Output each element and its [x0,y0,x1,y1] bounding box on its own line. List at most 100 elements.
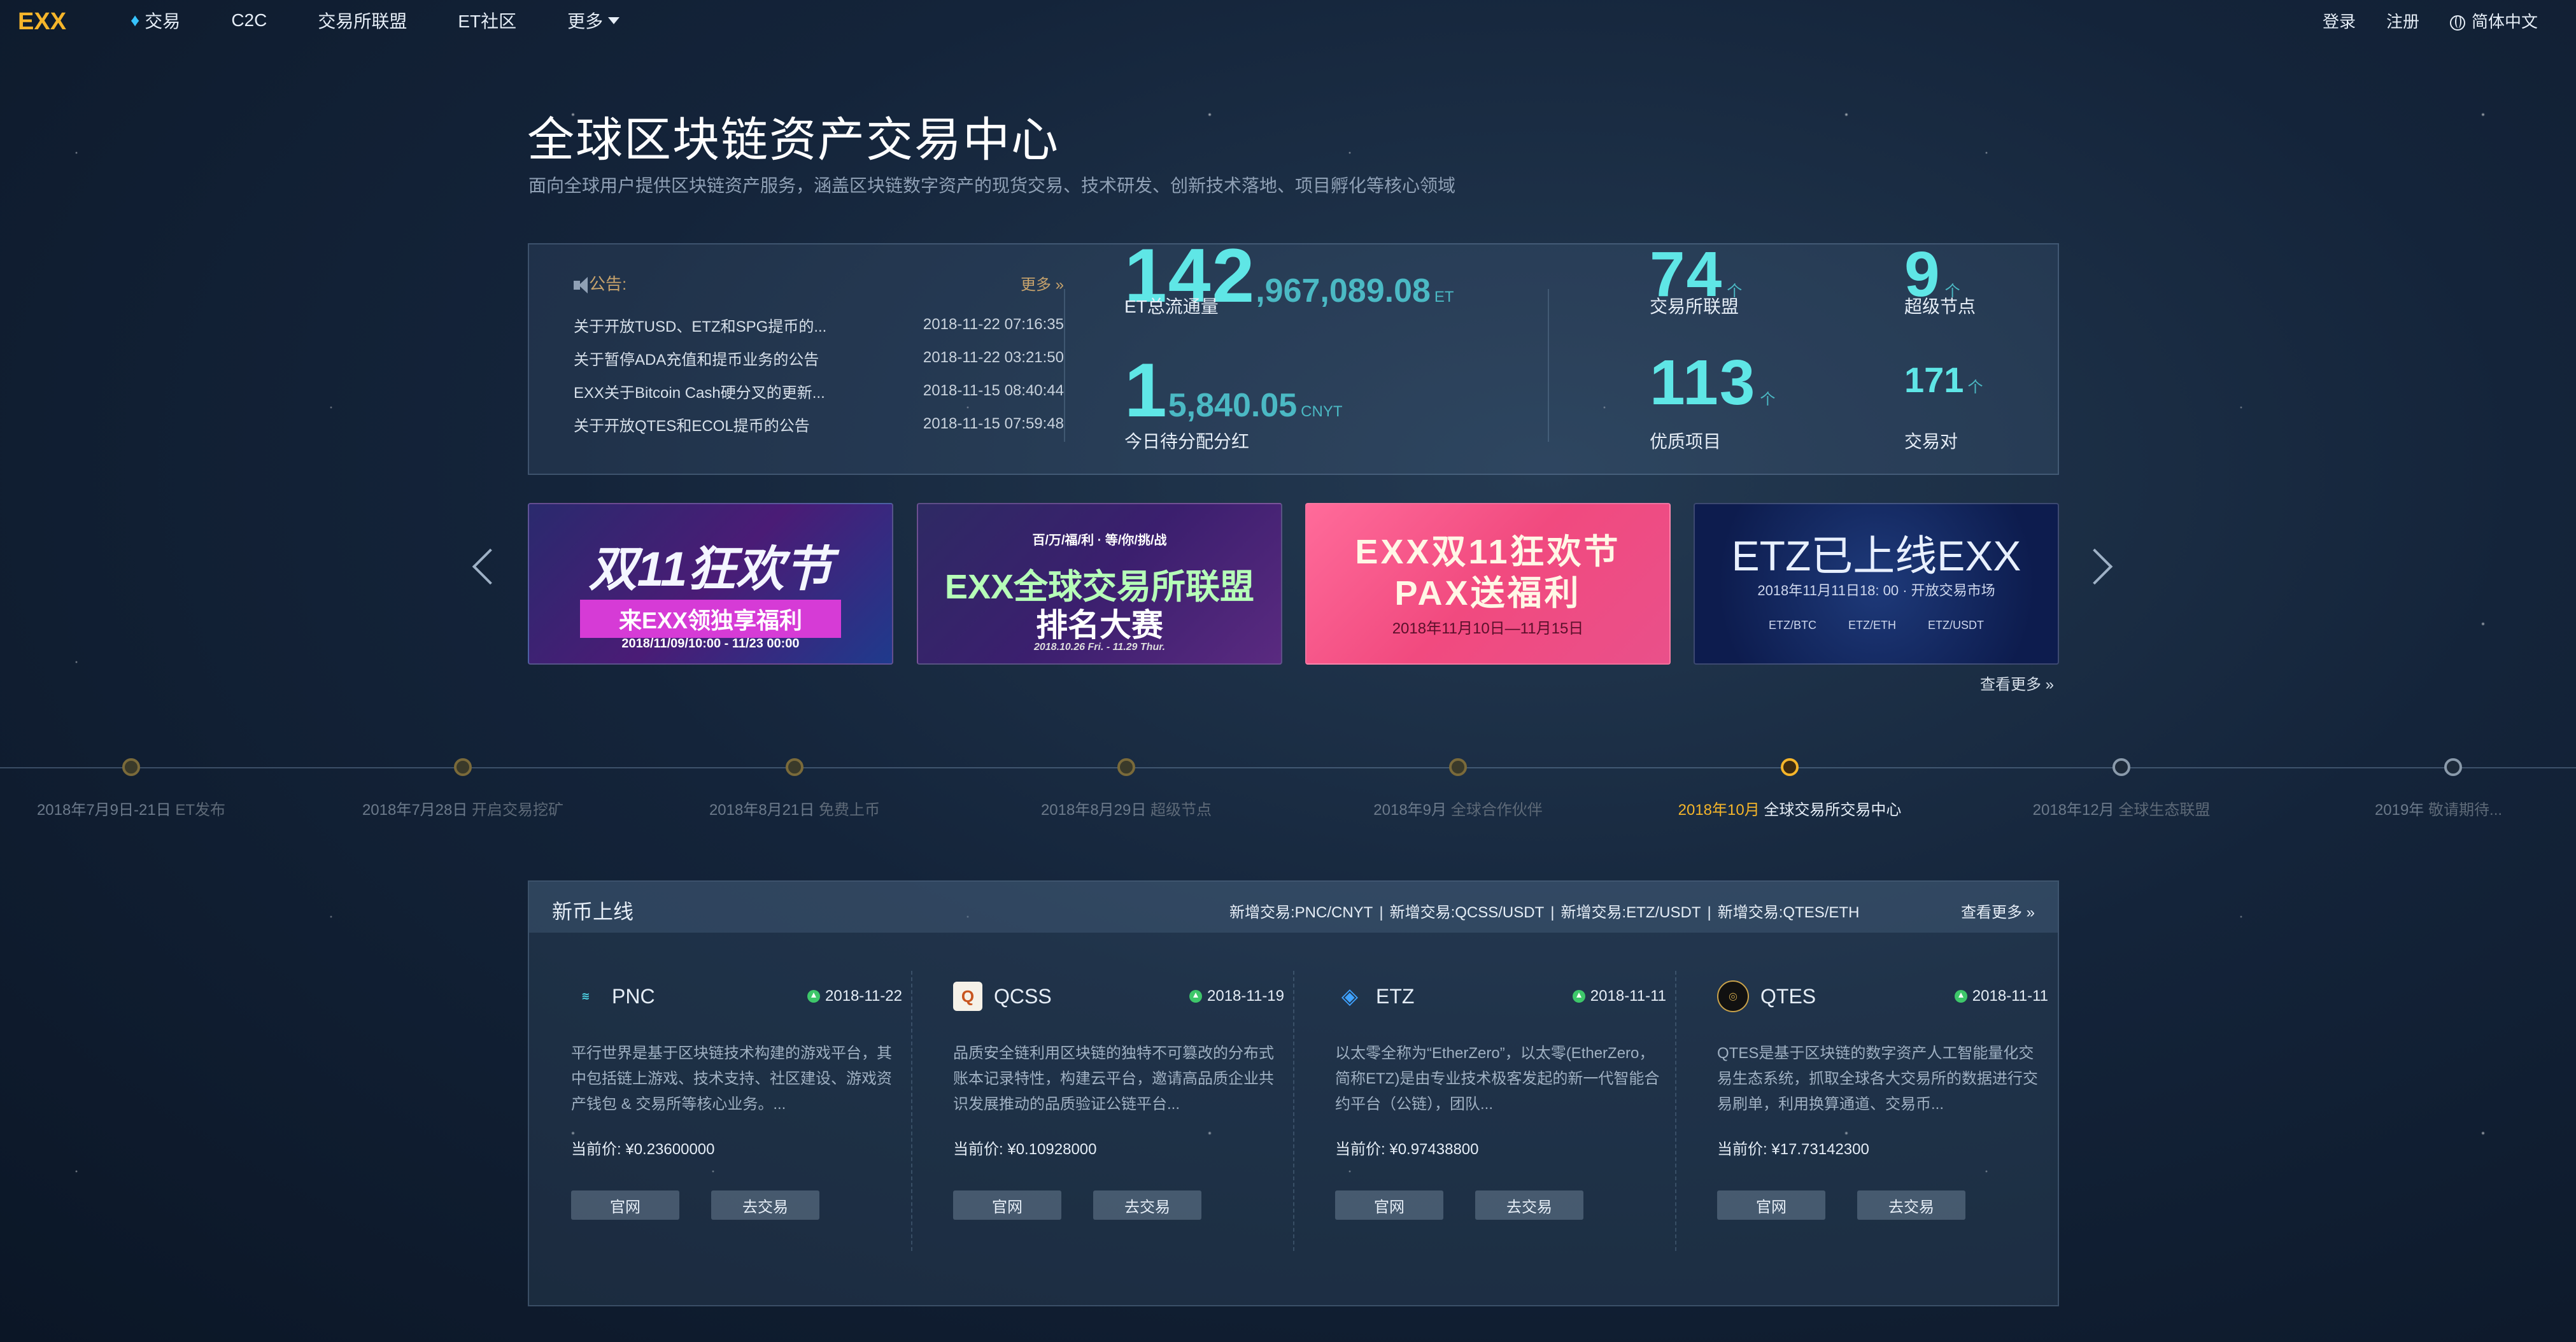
qcss-logo-icon: Q [953,982,982,1011]
coin-date: 2018-11-11 [1572,987,1666,1005]
nav-trade[interactable]: ♦ 交易 [131,8,180,33]
notice-item-title: 关于暂停ADA充值和提币业务的公告 [574,351,819,369]
official-site-button[interactable]: 官网 [953,1190,1061,1220]
nav-alliance[interactable]: 交易所联盟 [318,8,407,33]
notice-item[interactable]: EXX关于Bitcoin Cash硬分叉的更新... 2018-11-15 08:… [574,374,1064,407]
banner-pairs: ETZ/BTC ETZ/ETH ETZ/USDT [1695,619,2058,632]
caret-down-icon [608,17,620,24]
banner-pair: ETZ/USDT [1928,619,1984,632]
coin-card-qtes: ◎ QTES 2018-11-11 QTES是基于区块链的数字资产人工智能量化交… [1717,980,2048,1220]
nodes-label: 超级节点 [1904,297,1976,316]
timeline-event: 开启交易挖矿 [472,802,564,819]
official-site-button[interactable]: 官网 [571,1190,679,1220]
register-link[interactable]: 注册 [2386,9,2419,32]
banner-etz-listing[interactable]: ETZ已上线EXX 2018年11月11日18: 00 · 开放交易市场 ETZ… [1694,503,2059,665]
notice-item[interactable]: 关于暂停ADA充值和提币业务的公告 2018-11-22 03:21:50 [574,341,1064,374]
timeline-date: 2018年9月 [1373,802,1447,819]
coin-date-text: 2018-11-22 [825,987,902,1005]
timeline-dot[interactable] [1449,758,1467,776]
timeline-label: 2018年9月 全球合作伙伴 [1373,797,1542,819]
timeline-dot[interactable] [454,758,472,776]
go-trade-button[interactable]: 去交易 [711,1190,819,1220]
coin-description: QTES是基于区块链的数字资产人工智能量化交易生态系统，抓取全球各大交易所的数据… [1717,1045,2038,1113]
new-coins-more-link[interactable]: 查看更多 » [1961,900,2035,922]
banner-pax[interactable]: EXX双11狂欢节 PAX送福利 2018年11月10日—11月15日 [1305,503,1671,665]
nav-more-label: 更多 [567,11,604,31]
divider [1064,289,1065,442]
notice-item-date: 2018-11-22 07:16:35 [923,316,1064,333]
go-trade-button[interactable]: 去交易 [1857,1190,1965,1220]
news-item[interactable]: 新增交易:PNC/CNYT [1229,904,1373,921]
timeline-label: 2018年8月21日 免费上币 [709,797,880,819]
official-site-button[interactable]: 官网 [1335,1190,1443,1220]
divider [1548,289,1549,442]
dividend-value: 15,840.05 CNYT [1124,346,1343,434]
nav-community[interactable]: ET社区 [458,8,516,33]
alliance-label: 交易所联盟 [1650,297,1739,316]
login-link[interactable]: 登录 [2323,9,2356,32]
go-trade-button[interactable]: 去交易 [1475,1190,1583,1220]
news-item[interactable]: 新增交易:QCSS/USDT [1390,904,1545,921]
dividend-big: 1 [1124,348,1168,433]
banner-headline: ETZ已上线EXX [1731,532,2021,579]
official-site-button[interactable]: 官网 [1717,1190,1825,1220]
language-selector[interactable]: 简体中文 [2449,9,2538,32]
notice-item[interactable]: 关于开放QTES和ECOL提币的公告 2018-11-15 07:59:48 [574,407,1064,441]
banner-alliance-contest[interactable]: 百/万/福/利 · 等/你/挑/战 EXX全球交易所联盟 排名大赛 2018.1… [917,503,1282,665]
news-item[interactable]: 新增交易:QTES/ETH [1718,904,1860,921]
timeline-dot[interactable] [2112,758,2130,776]
banner-date: 2018年11月10日—11月15日 [1392,620,1584,637]
pairs-value: 171 个 [1904,359,1983,400]
news-item[interactable]: 新增交易:ETZ/USDT [1561,904,1701,921]
go-trade-button[interactable]: 去交易 [1093,1190,1201,1220]
timeline-event: 超级节点 [1150,802,1212,819]
price-value: ¥0.97438800 [1389,1141,1479,1158]
hero-subtitle: 面向全球用户提供区块链资产服务，涵盖区块链数字资产的现货交易、技术研发、创新技术… [528,176,1456,195]
coin-description: 以太零全称为“EtherZero”，以太零(EtherZero，简称ETZ)是由… [1335,1045,1660,1113]
speaker-icon [574,276,588,293]
banner-double11[interactable]: 双11狂欢节 来EXX领独享福利 2018/11/09/10:00 - 11/2… [528,503,893,665]
notice-title-text: 公告: [589,274,627,293]
stats-panel: 公告: 更多 » 关于开放TUSD、ETZ和SPG提币的... 2018-11-2… [528,233,2059,475]
timeline-dot[interactable] [1117,758,1135,776]
price-value: ¥0.23600000 [625,1141,715,1158]
notice-item-date: 2018-11-22 03:21:50 [923,349,1064,366]
coin-date: 2018-11-19 [1189,987,1284,1005]
banner-pair: ETZ/ETH [1848,619,1896,632]
coin-card-pnc: ≋ PNC 2018-11-22 平行世界是基于区块链技术构建的游戏平台，其中包… [571,984,902,1220]
timeline-dot[interactable] [2444,758,2462,776]
timeline-label: 2018年8月29日 超级节点 [1041,797,1212,819]
arrow-up-icon [1954,990,1967,1003]
flame-icon: ♦ [131,10,140,30]
notice-item-date: 2018-11-15 07:59:48 [923,415,1064,432]
exx-logo[interactable]: EXX [15,5,92,36]
carousel-next-icon[interactable] [2076,548,2113,585]
pairs-number: 171 [1904,360,1964,400]
notice-item[interactable]: 关于开放TUSD、ETZ和SPG提币的... 2018-11-22 07:16:3… [574,308,1064,341]
dividend-rest: 5,840.05 [1168,387,1298,424]
timeline-dot[interactable] [786,758,803,776]
circulation-rest: ,967,089.08 [1256,272,1431,309]
banner-date: 2018/11/09/10:00 - 11/23 00:00 [621,637,800,651]
carousel-prev-icon[interactable] [472,548,509,585]
timeline-dot[interactable] [122,758,140,776]
timeline-event: 全球生态联盟 [2118,802,2211,819]
dividend-label: 今日待分配分红 [1124,432,1250,451]
coin-name: ETZ [1376,984,1415,1008]
new-coins-header: 新币上线 新增交易:PNC/CNYT | 新增交易:QCSS/USDT | 新增交易:E… [529,882,2058,933]
timeline-dot-active[interactable] [1781,758,1799,776]
banner-date: 2018.10.26 Fri. - 11.29 Thur. [1033,642,1166,653]
banner-subline: 2018年11月11日18: 00 · 开放交易市场 [1757,583,1995,598]
nav-c2c[interactable]: C2C [231,10,267,31]
coin-price: 当前价: ¥0.10928000 [953,1136,1284,1159]
banners-see-more-link[interactable]: 查看更多 » [1980,672,2054,694]
timeline-date: 2018年7月28日 [362,802,468,819]
projects-value: 113 个 [1650,346,1775,420]
timeline-event: ET发布 [175,802,226,819]
timeline-label: 2018年7月9日-21日 ET发布 [37,797,225,819]
notice-more-link[interactable]: 更多 » [1021,272,1064,294]
coin-divider [1293,971,1294,1251]
nav-more[interactable]: 更多 [567,8,620,33]
timeline-date: 2019年 [2374,802,2424,819]
price-label: 当前价: [953,1141,1003,1158]
